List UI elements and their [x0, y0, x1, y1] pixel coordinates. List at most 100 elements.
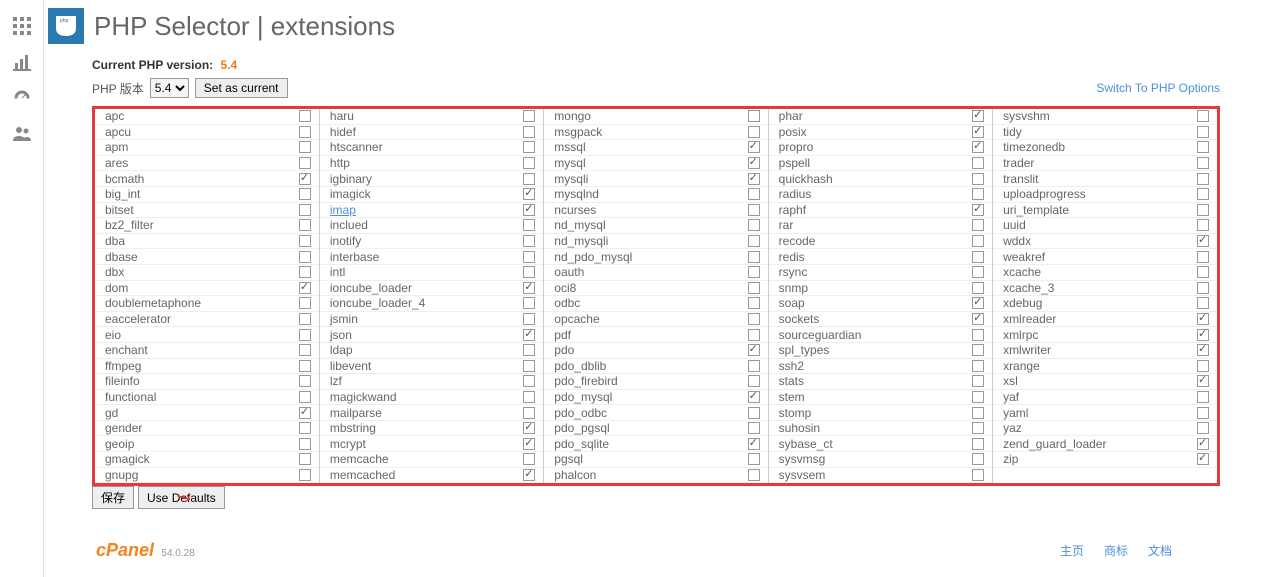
extension-checkbox-nd_pdo_mysql[interactable]	[748, 251, 760, 263]
extension-checkbox-radius[interactable]	[972, 188, 984, 200]
extension-checkbox-phar[interactable]	[972, 110, 984, 122]
extension-checkbox-msgpack[interactable]	[748, 126, 760, 138]
extension-checkbox-magickwand[interactable]	[523, 391, 535, 403]
extension-checkbox-pdo[interactable]	[748, 344, 760, 356]
extension-checkbox-inclued[interactable]	[523, 219, 535, 231]
extension-checkbox-pdf[interactable]	[748, 329, 760, 341]
extension-checkbox-json[interactable]	[523, 329, 535, 341]
extension-checkbox-ssh2[interactable]	[972, 360, 984, 372]
extension-checkbox-functional[interactable]	[299, 391, 311, 403]
dashboard-icon[interactable]	[0, 80, 43, 116]
extension-checkbox-sysvshm[interactable]	[1197, 110, 1209, 122]
extension-checkbox-memcached[interactable]	[523, 469, 535, 481]
users-icon[interactable]	[0, 116, 43, 152]
extension-checkbox-yaf[interactable]	[1197, 391, 1209, 403]
extension-checkbox-spl_types[interactable]	[972, 344, 984, 356]
extension-checkbox-nd_mysqli[interactable]	[748, 235, 760, 247]
extension-checkbox-apcu[interactable]	[299, 126, 311, 138]
extension-checkbox-trader[interactable]	[1197, 157, 1209, 169]
set-current-button[interactable]: Set as current	[195, 78, 288, 98]
extension-checkbox-eaccelerator[interactable]	[299, 313, 311, 325]
extension-checkbox-hidef[interactable]	[523, 126, 535, 138]
extension-checkbox-dbx[interactable]	[299, 266, 311, 278]
extension-checkbox-xmlrpc[interactable]	[1197, 329, 1209, 341]
extension-checkbox-gender[interactable]	[299, 422, 311, 434]
extension-checkbox-mcrypt[interactable]	[523, 438, 535, 450]
extension-checkbox-stem[interactable]	[972, 391, 984, 403]
stats-icon[interactable]	[0, 44, 43, 80]
extension-checkbox-pdo_pgsql[interactable]	[748, 422, 760, 434]
extension-checkbox-pdo_dblib[interactable]	[748, 360, 760, 372]
extension-checkbox-stats[interactable]	[972, 375, 984, 387]
extension-checkbox-pdo_sqlite[interactable]	[748, 438, 760, 450]
extension-checkbox-pdo_odbc[interactable]	[748, 407, 760, 419]
switch-options-link[interactable]: Switch To PHP Options	[1096, 81, 1220, 95]
extension-checkbox-pdo_firebird[interactable]	[748, 375, 760, 387]
extension-checkbox-zend_guard_loader[interactable]	[1197, 438, 1209, 450]
extension-name[interactable]: imap	[330, 203, 356, 217]
extension-checkbox-jsmin[interactable]	[523, 313, 535, 325]
extension-checkbox-igbinary[interactable]	[523, 173, 535, 185]
extension-checkbox-mbstring[interactable]	[523, 422, 535, 434]
extension-checkbox-soap[interactable]	[972, 297, 984, 309]
save-button[interactable]: 保存	[92, 486, 134, 509]
extension-checkbox-lzf[interactable]	[523, 375, 535, 387]
extension-checkbox-apm[interactable]	[299, 141, 311, 153]
extension-checkbox-zip[interactable]	[1197, 453, 1209, 465]
extension-checkbox-timezonedb[interactable]	[1197, 141, 1209, 153]
extension-checkbox-imagick[interactable]	[523, 188, 535, 200]
extension-checkbox-ncurses[interactable]	[748, 204, 760, 216]
extension-checkbox-intl[interactable]	[523, 266, 535, 278]
extension-checkbox-rsync[interactable]	[972, 266, 984, 278]
extension-checkbox-imap[interactable]	[523, 204, 535, 216]
extension-checkbox-xcache[interactable]	[1197, 266, 1209, 278]
extension-checkbox-odbc[interactable]	[748, 297, 760, 309]
extension-checkbox-ioncube_loader_4[interactable]	[523, 297, 535, 309]
extension-checkbox-stomp[interactable]	[972, 407, 984, 419]
extension-checkbox-wddx[interactable]	[1197, 235, 1209, 247]
footer-trademark-link[interactable]: 商标	[1104, 542, 1128, 559]
extension-checkbox-libevent[interactable]	[523, 360, 535, 372]
extension-checkbox-big_int[interactable]	[299, 188, 311, 200]
extension-checkbox-translit[interactable]	[1197, 173, 1209, 185]
extension-checkbox-sockets[interactable]	[972, 313, 984, 325]
extension-checkbox-interbase[interactable]	[523, 251, 535, 263]
extension-checkbox-xrange[interactable]	[1197, 360, 1209, 372]
extension-checkbox-yaz[interactable]	[1197, 422, 1209, 434]
extension-checkbox-ioncube_loader[interactable]	[523, 282, 535, 294]
extension-checkbox-tidy[interactable]	[1197, 126, 1209, 138]
extension-checkbox-pdo_mysql[interactable]	[748, 391, 760, 403]
extension-checkbox-gd[interactable]	[299, 407, 311, 419]
extension-checkbox-quickhash[interactable]	[972, 173, 984, 185]
extension-checkbox-xcache_3[interactable]	[1197, 282, 1209, 294]
extension-checkbox-sysvmsg[interactable]	[972, 453, 984, 465]
extension-checkbox-propro[interactable]	[972, 141, 984, 153]
extension-checkbox-doublemetaphone[interactable]	[299, 297, 311, 309]
extension-checkbox-ffmpeg[interactable]	[299, 360, 311, 372]
extension-checkbox-geoip[interactable]	[299, 438, 311, 450]
extension-checkbox-pspell[interactable]	[972, 157, 984, 169]
extension-checkbox-pgsql[interactable]	[748, 453, 760, 465]
extension-checkbox-gmagick[interactable]	[299, 453, 311, 465]
extension-checkbox-dba[interactable]	[299, 235, 311, 247]
extension-checkbox-rar[interactable]	[972, 219, 984, 231]
extension-checkbox-yaml[interactable]	[1197, 407, 1209, 419]
extension-checkbox-redis[interactable]	[972, 251, 984, 263]
extension-checkbox-opcache[interactable]	[748, 313, 760, 325]
extension-checkbox-oci8[interactable]	[748, 282, 760, 294]
extension-checkbox-phalcon[interactable]	[748, 469, 760, 481]
extension-checkbox-bcmath[interactable]	[299, 173, 311, 185]
extension-checkbox-xmlwriter[interactable]	[1197, 344, 1209, 356]
extension-checkbox-xsl[interactable]	[1197, 375, 1209, 387]
extension-checkbox-apc[interactable]	[299, 110, 311, 122]
extension-checkbox-enchant[interactable]	[299, 344, 311, 356]
apps-icon[interactable]	[0, 8, 43, 44]
extension-checkbox-ldap[interactable]	[523, 344, 535, 356]
extension-checkbox-posix[interactable]	[972, 126, 984, 138]
php-version-select[interactable]: 5.4	[150, 78, 189, 98]
extension-checkbox-xmlreader[interactable]	[1197, 313, 1209, 325]
extension-checkbox-sysvsem[interactable]	[972, 469, 984, 481]
extension-checkbox-raphf[interactable]	[972, 204, 984, 216]
extension-checkbox-mysqli[interactable]	[748, 173, 760, 185]
extension-checkbox-bitset[interactable]	[299, 204, 311, 216]
